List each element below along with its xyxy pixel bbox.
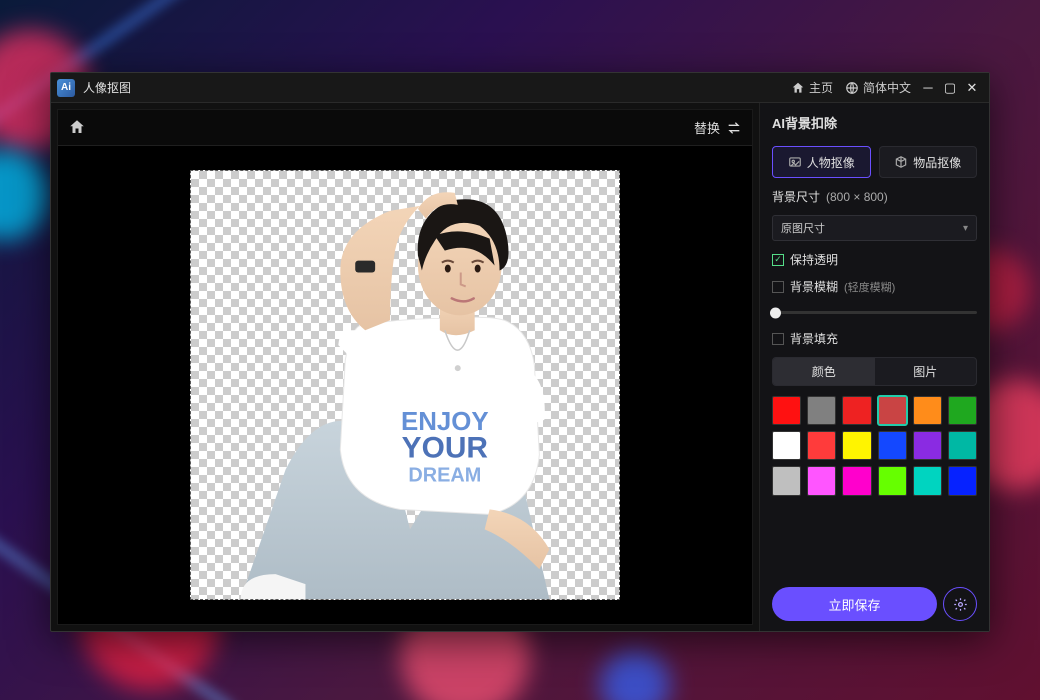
blur-slider[interactable] bbox=[772, 311, 977, 314]
window-title: 人像抠图 bbox=[83, 79, 131, 96]
color-swatch-9[interactable] bbox=[878, 431, 907, 460]
content-area: 替换 bbox=[51, 103, 989, 631]
cutout-subject: ENJOY YOUR DREAM bbox=[191, 171, 619, 599]
color-swatch-12[interactable] bbox=[772, 466, 801, 495]
color-swatch-7[interactable] bbox=[807, 431, 836, 460]
globe-icon bbox=[845, 81, 859, 95]
color-swatch-15[interactable] bbox=[878, 466, 907, 495]
language-label: 简体中文 bbox=[863, 79, 911, 96]
color-swatch-4[interactable] bbox=[913, 396, 942, 425]
keep-transparent-label: 保持透明 bbox=[790, 251, 838, 268]
svg-text:DREAM: DREAM bbox=[408, 465, 481, 487]
person-silhouette: ENJOY YOUR DREAM bbox=[191, 171, 619, 599]
color-swatch-13[interactable] bbox=[807, 466, 836, 495]
checkbox-icon bbox=[772, 281, 784, 293]
color-swatch-17[interactable] bbox=[948, 466, 977, 495]
chevron-down-icon: ▾ bbox=[963, 223, 968, 234]
titlebar: Ai 人像抠图 主页 简体中文 ─ ▢ ✕ bbox=[51, 73, 989, 103]
bg-fill-checkbox[interactable]: 背景填充 bbox=[772, 330, 977, 347]
canvas-area[interactable]: ENJOY YOUR DREAM bbox=[58, 146, 752, 624]
color-swatch-2[interactable] bbox=[842, 396, 871, 425]
color-swatch-16[interactable] bbox=[913, 466, 942, 495]
home-icon bbox=[68, 118, 86, 136]
panel-title: AI背景扣除 bbox=[772, 113, 977, 132]
canvas-toolbar: 替换 bbox=[58, 110, 752, 146]
bg-size-row: 背景尺寸 (800 × 800) bbox=[772, 188, 977, 205]
mode-tab-person-label: 人物抠像 bbox=[807, 154, 855, 171]
blur-hint: (轻度模糊) bbox=[844, 279, 895, 295]
color-swatch-3[interactable] bbox=[878, 396, 907, 425]
color-swatch-6[interactable] bbox=[772, 431, 801, 460]
checkbox-icon: ✓ bbox=[772, 254, 784, 266]
svg-text:YOUR: YOUR bbox=[402, 432, 488, 465]
close-button[interactable]: ✕ bbox=[961, 80, 983, 96]
home-link[interactable]: 主页 bbox=[791, 79, 833, 96]
mode-tabs: 人物抠像 物品抠像 bbox=[772, 146, 977, 178]
color-swatch-11[interactable] bbox=[948, 431, 977, 460]
fill-tab-color[interactable]: 颜色 bbox=[773, 358, 875, 385]
save-button[interactable]: 立即保存 bbox=[772, 587, 937, 621]
fill-tabs: 颜色 图片 bbox=[772, 357, 977, 386]
gear-icon bbox=[953, 597, 968, 612]
color-swatch-grid bbox=[772, 396, 977, 496]
checkbox-icon bbox=[772, 333, 784, 345]
save-row: 立即保存 bbox=[772, 587, 977, 621]
bg-blur-checkbox[interactable]: 背景模糊 (轻度模糊) bbox=[772, 278, 977, 295]
color-swatch-10[interactable] bbox=[913, 431, 942, 460]
home-icon bbox=[791, 81, 805, 95]
save-settings-button[interactable] bbox=[943, 587, 977, 621]
mode-tab-person[interactable]: 人物抠像 bbox=[772, 146, 871, 178]
color-swatch-8[interactable] bbox=[842, 431, 871, 460]
canvas-home-button[interactable] bbox=[68, 118, 88, 138]
language-selector[interactable]: 简体中文 bbox=[845, 79, 911, 96]
bg-fill-label: 背景填充 bbox=[790, 330, 838, 347]
transparent-canvas: ENJOY YOUR DREAM bbox=[190, 170, 620, 600]
color-swatch-0[interactable] bbox=[772, 396, 801, 425]
size-select[interactable]: 原图尺寸 ▾ bbox=[772, 215, 977, 241]
swap-icon bbox=[726, 121, 742, 135]
person-icon bbox=[788, 155, 802, 169]
cube-icon bbox=[894, 155, 908, 169]
maximize-button[interactable]: ▢ bbox=[939, 80, 961, 96]
swap-button[interactable]: 替换 bbox=[694, 118, 742, 137]
mode-tab-object[interactable]: 物品抠像 bbox=[879, 146, 978, 178]
app-window: Ai 人像抠图 主页 简体中文 ─ ▢ ✕ 替换 bbox=[50, 72, 990, 632]
fill-tab-image[interactable]: 图片 bbox=[875, 358, 977, 385]
slider-thumb[interactable] bbox=[770, 307, 781, 318]
keep-transparent-checkbox[interactable]: ✓ 保持透明 bbox=[772, 251, 977, 268]
swap-label: 替换 bbox=[694, 118, 720, 137]
color-swatch-14[interactable] bbox=[842, 466, 871, 495]
side-panel: AI背景扣除 人物抠像 物品抠像 背景尺寸 (800 × 800) 原图尺寸 ▾ bbox=[759, 103, 989, 631]
minimize-button[interactable]: ─ bbox=[917, 80, 939, 95]
color-swatch-5[interactable] bbox=[948, 396, 977, 425]
home-label: 主页 bbox=[809, 79, 833, 96]
canvas-pane: 替换 bbox=[57, 109, 753, 625]
app-icon: Ai bbox=[57, 79, 75, 97]
size-select-value: 原图尺寸 bbox=[781, 220, 825, 236]
color-swatch-1[interactable] bbox=[807, 396, 836, 425]
bg-blur-label: 背景模糊 bbox=[790, 278, 838, 295]
bg-size-value: (800 × 800) bbox=[826, 190, 888, 204]
bg-size-label: 背景尺寸 bbox=[772, 188, 820, 205]
mode-tab-object-label: 物品抠像 bbox=[913, 154, 961, 171]
